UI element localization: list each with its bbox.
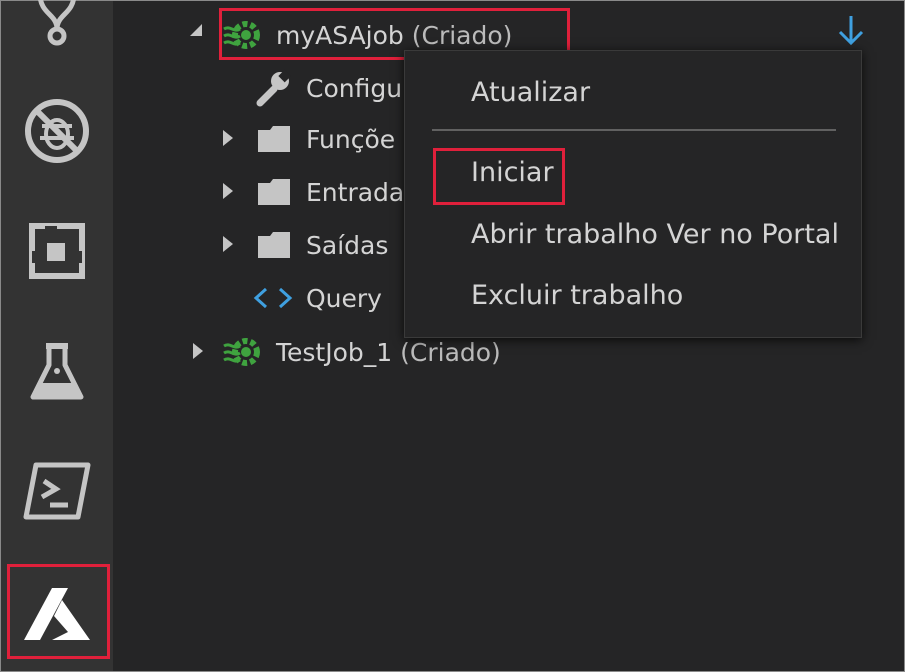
folder-icon <box>256 177 292 207</box>
tree-item-outputs[interactable]: Saídas <box>256 220 388 270</box>
expand-caret-down-icon[interactable] <box>190 24 202 36</box>
tree-item-config[interactable]: Configu <box>254 63 402 113</box>
tree-item-label: Saídas <box>306 230 389 260</box>
azure-highlight <box>7 564 110 659</box>
source-control-icon[interactable] <box>1 0 113 59</box>
expand-caret-right-icon[interactable] <box>223 183 233 199</box>
job-name: TestJob_1 <box>276 337 393 367</box>
menu-item-refresh[interactable]: Atualizar <box>471 77 590 108</box>
code-brackets-icon <box>252 283 294 313</box>
expand-caret-right-icon[interactable] <box>223 236 233 252</box>
extensions-icon[interactable] <box>1 211 113 291</box>
folder-icon <box>256 124 292 154</box>
stream-job-icon <box>222 334 264 370</box>
expand-caret-right-icon[interactable] <box>193 343 203 359</box>
tree-item-label: Configu <box>306 73 403 103</box>
menu-item-open-portal[interactable]: Abrir trabalho Ver no Portal <box>471 219 839 250</box>
tree-item-label: Entrada <box>306 177 405 207</box>
no-debug-icon[interactable] <box>1 91 113 171</box>
start-highlight <box>433 148 565 205</box>
folder-icon <box>256 230 292 260</box>
tree-item-inputs[interactable]: Entrada <box>256 167 404 217</box>
tree-item-query[interactable]: Query <box>252 273 382 323</box>
job-state: (Criado) <box>400 337 501 367</box>
menu-item-delete[interactable]: Excluir trabalho <box>471 280 683 311</box>
tree-item-functions[interactable]: Funçõe <box>256 114 395 164</box>
terminal-icon[interactable] <box>1 451 113 531</box>
arrow-down-icon[interactable] <box>836 14 866 50</box>
tree-item-label: Funçõe <box>306 124 396 154</box>
menu-separator <box>432 129 836 131</box>
test-flask-icon[interactable] <box>1 331 113 411</box>
tree-item-label: Query <box>306 283 382 313</box>
wrench-icon <box>254 69 292 107</box>
expand-caret-right-icon[interactable] <box>223 130 233 146</box>
